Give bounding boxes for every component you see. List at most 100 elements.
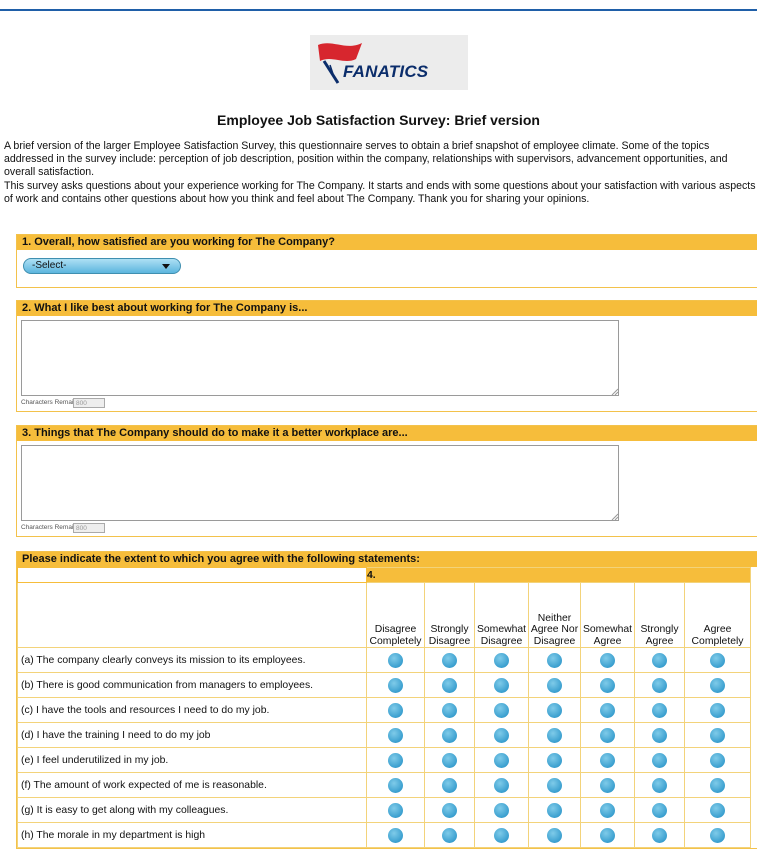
- radio-button[interactable]: [388, 827, 403, 843]
- radio-button[interactable]: [710, 777, 726, 793]
- radio-button[interactable]: [547, 777, 562, 793]
- radio-button[interactable]: [442, 652, 457, 668]
- radio-button[interactable]: [388, 652, 403, 668]
- radio-cell: [528, 697, 581, 723]
- radio-button[interactable]: [494, 752, 509, 768]
- question-2-label: 2. What I like best about working for Th…: [17, 301, 757, 316]
- matrix-row: (h) The morale in my department is high: [17, 822, 752, 848]
- radio-cell: [474, 797, 529, 823]
- radio-cell: [474, 722, 529, 748]
- statement-label: (c) I have the tools and resources I nee…: [17, 697, 367, 723]
- satisfaction-select[interactable]: -Select-: [23, 258, 181, 274]
- radio-button[interactable]: [442, 802, 457, 818]
- radio-cell: [528, 772, 581, 798]
- column-header: Somewhat Disagree: [474, 582, 529, 648]
- radio-button[interactable]: [442, 702, 457, 718]
- radio-cell: [580, 697, 635, 723]
- radio-button[interactable]: [710, 827, 726, 843]
- radio-button[interactable]: [494, 652, 509, 668]
- radio-cell: [528, 822, 581, 848]
- radio-button[interactable]: [600, 652, 615, 668]
- radio-button[interactable]: [600, 752, 615, 768]
- radio-button[interactable]: [494, 727, 509, 743]
- question-1-label: 1. Overall, how satisfied are you workin…: [17, 235, 757, 250]
- radio-cell: [634, 822, 685, 848]
- radio-button[interactable]: [442, 827, 457, 843]
- radio-button[interactable]: [494, 702, 509, 718]
- matrix-row: (d) I have the training I need to do my …: [17, 722, 752, 748]
- radio-cell: [424, 822, 475, 848]
- radio-button[interactable]: [547, 702, 562, 718]
- radio-button[interactable]: [710, 727, 726, 743]
- select-value: -Select-: [32, 260, 67, 271]
- radio-button[interactable]: [388, 677, 403, 693]
- radio-cell: [634, 697, 685, 723]
- radio-button[interactable]: [388, 727, 403, 743]
- radio-button[interactable]: [652, 777, 667, 793]
- radio-button[interactable]: [710, 702, 726, 718]
- radio-button[interactable]: [547, 827, 562, 843]
- radio-cell: [528, 647, 581, 673]
- resize-grip-icon[interactable]: [611, 388, 618, 395]
- like-best-textarea[interactable]: [21, 320, 619, 396]
- radio-button[interactable]: [652, 802, 667, 818]
- radio-button[interactable]: [600, 727, 615, 743]
- column-header: Disagree Completely: [366, 582, 425, 648]
- radio-button[interactable]: [600, 777, 615, 793]
- radio-button[interactable]: [652, 727, 667, 743]
- radio-button[interactable]: [652, 702, 667, 718]
- radio-cell: [424, 772, 475, 798]
- radio-cell: [683, 822, 752, 848]
- radio-button[interactable]: [442, 752, 457, 768]
- radio-cell: [366, 747, 425, 773]
- radio-button[interactable]: [710, 802, 726, 818]
- radio-cell: [634, 647, 685, 673]
- agreement-matrix: Please indicate the extent to which you …: [16, 551, 757, 849]
- radio-button[interactable]: [710, 652, 726, 668]
- radio-button[interactable]: [388, 752, 403, 768]
- radio-button[interactable]: [494, 777, 509, 793]
- column-header: Neither Agree Nor Disagree: [528, 582, 581, 648]
- statement-label: (f) The amount of work expected of me is…: [17, 772, 367, 798]
- radio-cell: [366, 672, 425, 698]
- radio-button[interactable]: [547, 752, 562, 768]
- radio-button[interactable]: [442, 677, 457, 693]
- radio-button[interactable]: [442, 777, 457, 793]
- radio-button[interactable]: [494, 677, 509, 693]
- radio-button[interactable]: [652, 652, 667, 668]
- radio-button[interactable]: [388, 777, 403, 793]
- radio-button[interactable]: [388, 702, 403, 718]
- radio-cell: [683, 647, 752, 673]
- radio-button[interactable]: [547, 727, 562, 743]
- radio-cell: [528, 722, 581, 748]
- column-header: Agree Completely: [683, 582, 752, 648]
- matrix-row: (g) It is easy to get along with my coll…: [17, 797, 752, 823]
- radio-button[interactable]: [547, 802, 562, 818]
- radio-cell: [424, 747, 475, 773]
- radio-button[interactable]: [388, 802, 403, 818]
- radio-button[interactable]: [600, 827, 615, 843]
- radio-button[interactable]: [710, 677, 726, 693]
- radio-cell: [580, 722, 635, 748]
- radio-button[interactable]: [600, 802, 615, 818]
- radio-button[interactable]: [652, 752, 667, 768]
- radio-button[interactable]: [652, 677, 667, 693]
- radio-button[interactable]: [652, 827, 667, 843]
- radio-button[interactable]: [600, 677, 615, 693]
- radio-button[interactable]: [547, 652, 562, 668]
- matrix-row: (a) The company clearly conveys its miss…: [17, 647, 752, 673]
- radio-button[interactable]: [710, 752, 726, 768]
- radio-button[interactable]: [442, 727, 457, 743]
- matrix-row: (b) There is good communication from man…: [17, 672, 752, 698]
- radio-button[interactable]: [494, 827, 509, 843]
- resize-grip-icon[interactable]: [611, 513, 618, 520]
- radio-cell: [580, 772, 635, 798]
- radio-cell: [366, 797, 425, 823]
- improve-workplace-textarea[interactable]: [21, 445, 619, 521]
- radio-button[interactable]: [547, 677, 562, 693]
- radio-button[interactable]: [494, 802, 509, 818]
- radio-cell: [580, 822, 635, 848]
- radio-button[interactable]: [600, 702, 615, 718]
- radio-cell: [366, 772, 425, 798]
- chevron-down-icon: [162, 264, 170, 269]
